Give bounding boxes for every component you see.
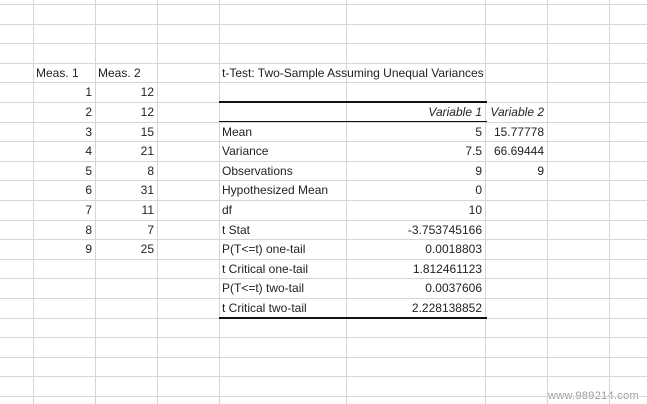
- stat-value-variable-2[interactable]: [488, 299, 544, 318]
- stat-value-variable-1[interactable]: 0: [349, 181, 482, 200]
- stat-value-variable-1[interactable]: 5: [349, 123, 482, 142]
- col-header-variable-1[interactable]: Variable 1: [349, 103, 482, 122]
- col-header-variable-2[interactable]: Variable 2: [488, 103, 544, 122]
- row-gridline: [0, 43, 647, 44]
- meas-1-cell[interactable]: 4: [36, 142, 92, 161]
- meas-2-cell[interactable]: 11: [98, 201, 154, 220]
- stat-label[interactable]: df: [222, 201, 343, 220]
- header-meas-2[interactable]: Meas. 2: [98, 64, 154, 83]
- stat-label[interactable]: Mean: [222, 123, 343, 142]
- stat-label[interactable]: Variance: [222, 142, 343, 161]
- column-gridline: [485, 0, 486, 404]
- stat-label[interactable]: t Critical two-tail: [222, 299, 343, 318]
- ttest-title[interactable]: t-Test: Two-Sample Assuming Unequal Vari…: [222, 64, 544, 83]
- column-gridline: [157, 0, 158, 404]
- stat-value-variable-1[interactable]: 0.0037606: [349, 279, 482, 298]
- meas-1-cell[interactable]: 6: [36, 181, 92, 200]
- stat-label[interactable]: P(T<=t) one-tail: [222, 240, 343, 259]
- column-gridline: [33, 0, 34, 404]
- column-gridline: [609, 0, 610, 404]
- meas-1-cell[interactable]: 1: [36, 83, 92, 102]
- row-gridline: [0, 24, 647, 25]
- column-gridline: [95, 0, 96, 404]
- stat-value-variable-2[interactable]: 66.69444: [488, 142, 544, 161]
- meas-1-cell[interactable]: 8: [36, 221, 92, 240]
- meas-2-cell[interactable]: 25: [98, 240, 154, 259]
- meas-2-cell[interactable]: 8: [98, 162, 154, 181]
- stat-value-variable-1[interactable]: 7.5: [349, 142, 482, 161]
- stat-value-variable-1[interactable]: 1.812461123: [349, 260, 482, 279]
- stat-value-variable-2[interactable]: [488, 181, 544, 200]
- meas-1-cell[interactable]: 2: [36, 103, 92, 122]
- spreadsheet-grid[interactable]: www.989214.com Meas. 1Meas. 211221231542…: [0, 0, 647, 404]
- table-border: [219, 317, 487, 319]
- row-gridline: [0, 4, 647, 5]
- stat-label[interactable]: t Critical one-tail: [222, 260, 343, 279]
- stat-value-variable-2[interactable]: [488, 260, 544, 279]
- meas-2-cell[interactable]: 31: [98, 181, 154, 200]
- stat-value-variable-2[interactable]: [488, 221, 544, 240]
- stat-value-variable-1[interactable]: 10: [349, 201, 482, 220]
- stat-label[interactable]: t Stat: [222, 221, 343, 240]
- stat-label[interactable]: P(T<=t) two-tail: [222, 279, 343, 298]
- stat-value-variable-1[interactable]: -3.753745166: [349, 221, 482, 240]
- meas-2-cell[interactable]: 7: [98, 221, 154, 240]
- stat-label[interactable]: Hypothesized Mean: [222, 181, 343, 200]
- meas-2-cell[interactable]: 12: [98, 103, 154, 122]
- stat-value-variable-2[interactable]: [488, 240, 544, 259]
- column-gridline: [346, 0, 347, 404]
- meas-1-cell[interactable]: 5: [36, 162, 92, 181]
- stat-value-variable-2[interactable]: [488, 201, 544, 220]
- stat-value-variable-2[interactable]: 9: [488, 162, 544, 181]
- row-gridline: [0, 357, 647, 358]
- meas-1-cell[interactable]: 3: [36, 123, 92, 142]
- header-meas-1[interactable]: Meas. 1: [36, 64, 92, 83]
- stat-value-variable-2[interactable]: [488, 279, 544, 298]
- table-border: [219, 121, 487, 122]
- meas-1-cell[interactable]: 7: [36, 201, 92, 220]
- meas-1-cell[interactable]: 9: [36, 240, 92, 259]
- meas-2-cell[interactable]: 12: [98, 83, 154, 102]
- stat-value-variable-2[interactable]: 15.77778: [488, 123, 544, 142]
- meas-2-cell[interactable]: 15: [98, 123, 154, 142]
- stat-value-variable-1[interactable]: 0.0018803: [349, 240, 482, 259]
- meas-2-cell[interactable]: 21: [98, 142, 154, 161]
- column-gridline: [219, 0, 220, 404]
- row-gridline: [0, 337, 647, 338]
- row-gridline: [0, 376, 647, 377]
- stat-label[interactable]: Observations: [222, 162, 343, 181]
- stat-value-variable-1[interactable]: 9: [349, 162, 482, 181]
- row-gridline: [0, 396, 647, 397]
- column-gridline: [547, 0, 548, 404]
- stat-value-variable-1[interactable]: 2.228138852: [349, 299, 482, 318]
